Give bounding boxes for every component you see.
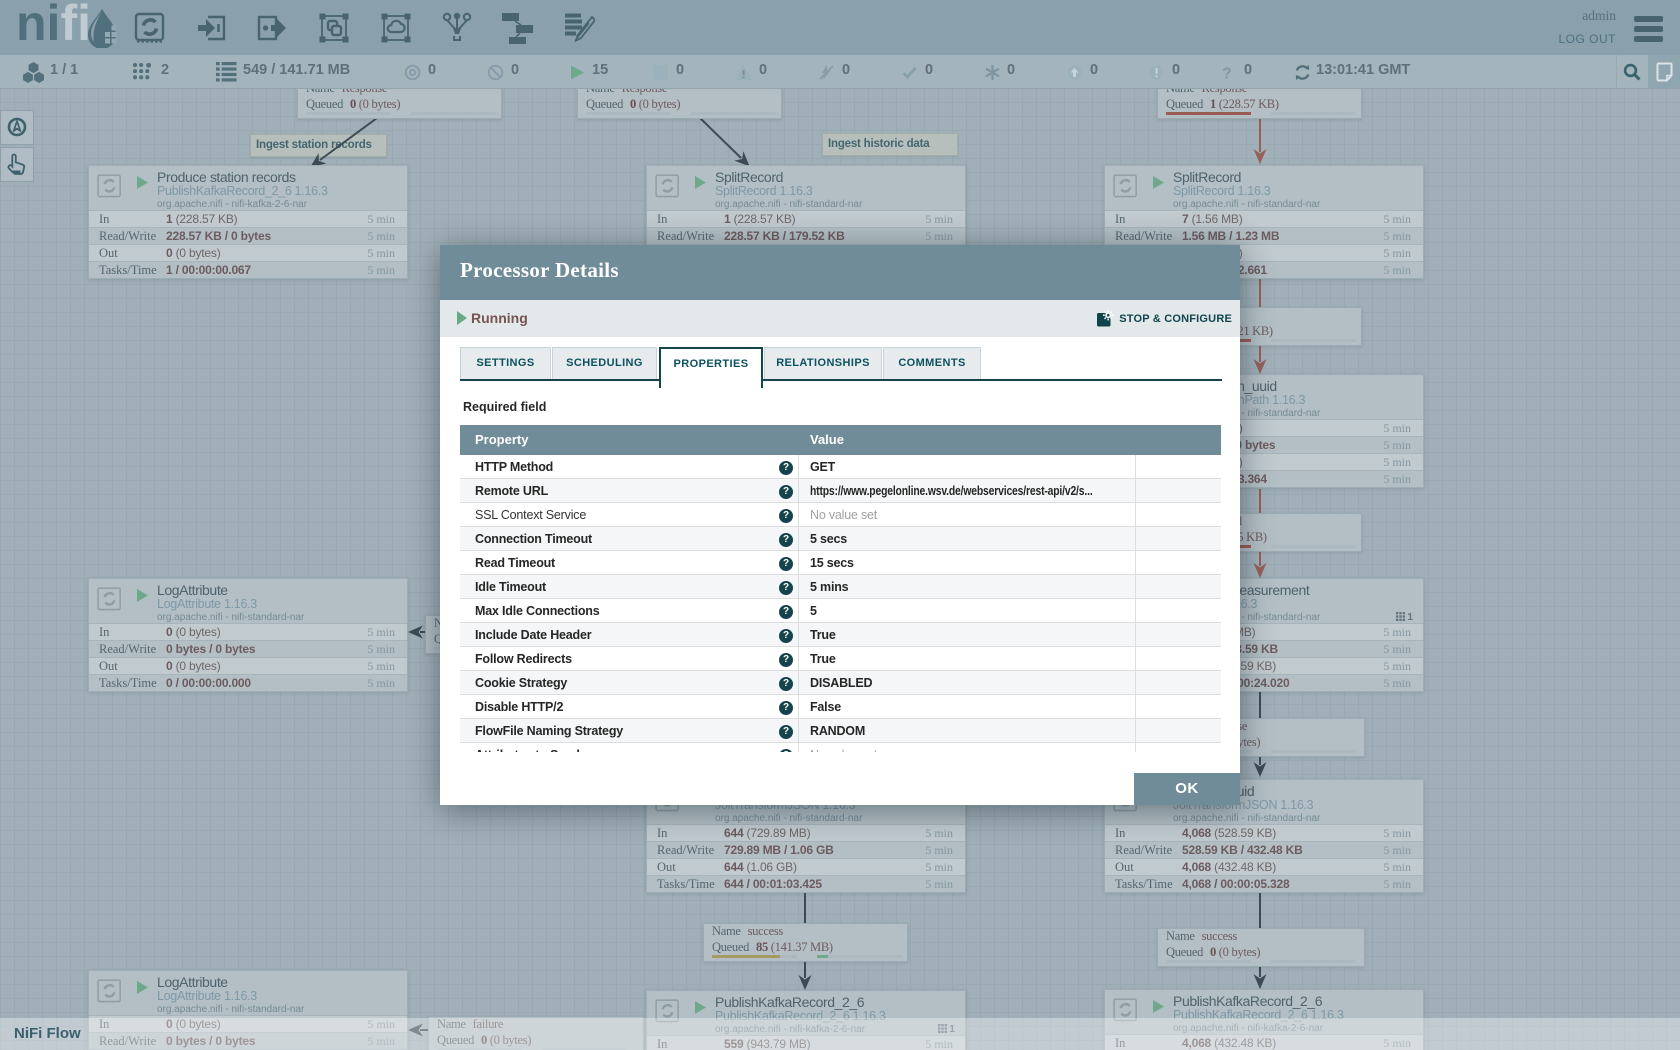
- svg-text:?: ?: [1222, 65, 1232, 81]
